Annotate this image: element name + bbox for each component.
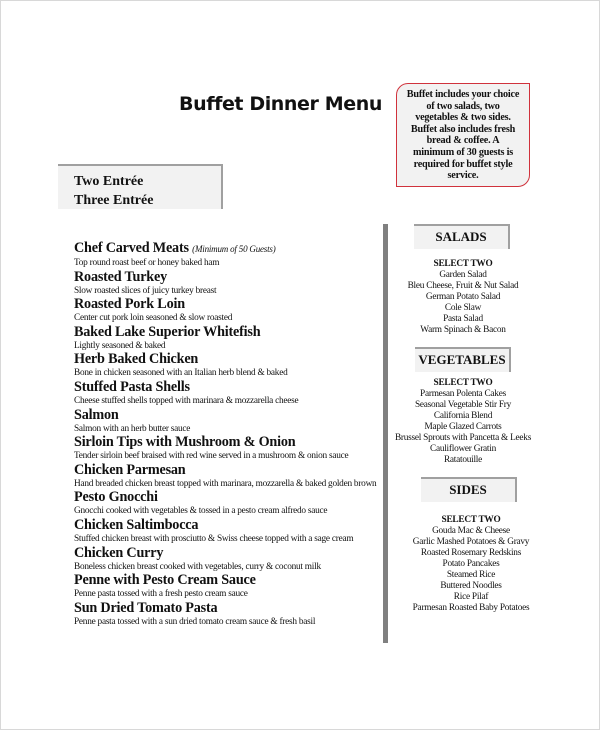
entree-description: Salmon with an herb butter sauce: [74, 423, 191, 434]
entree-name: Chef Carved Meats: [74, 240, 189, 256]
side-item: Parmesan Roasted Baby Potatoes: [412, 603, 530, 613]
entree-description: Lightly seasoned & baked: [74, 340, 166, 351]
salads-list: SELECT TWO Garden Salad Bleu Cheese, Fru…: [378, 259, 548, 336]
note-line: of two salads, two: [426, 100, 500, 112]
entree-item: Baked Lake Superior Whitefish Lightly se…: [74, 324, 379, 352]
sides-header: SIDES: [421, 477, 517, 502]
entree-name: Herb Baked Chicken: [74, 351, 199, 368]
note-line: bread & coffee. A: [426, 135, 500, 147]
page-title: Buffet Dinner Menu: [179, 93, 382, 115]
vegetables-list: SELECT TWO Parmesan Polenta Cakes Season…: [378, 378, 548, 466]
entree-description: Tender sirloin beef braised with red win…: [74, 451, 349, 462]
entree-description: Center cut pork loin seasoned & slow roa…: [74, 313, 233, 324]
salad-item: Bleu Cheese, Fruit & Nut Salad: [407, 281, 519, 291]
salad-item: Cole Slaw: [444, 303, 482, 313]
entree-item: Sirloin Tips with Mushroom & Onion Tende…: [74, 434, 379, 462]
salad-item: German Potato Salad: [425, 292, 501, 302]
entree-name: Roasted Turkey: [74, 268, 167, 285]
entree-item: Salmon Salmon with an herb butter sauce: [74, 407, 379, 435]
entree-description: Slow roasted slices of juicy turkey brea…: [74, 285, 217, 296]
entree-item: Chicken Parmesan Hand breaded chicken br…: [74, 462, 379, 490]
entree-description: Cheese stuffed shells topped with marina…: [74, 395, 299, 406]
entree-description: Hand breaded chicken breast topped with …: [74, 478, 377, 489]
vegetable-item: Seasonal Vegetable Stir Fry: [414, 400, 512, 410]
vegetable-item: Parmesan Polenta Cakes: [420, 389, 506, 399]
entree-name: Sun Dried Tomato Pasta: [74, 599, 218, 616]
entree-description: Penne pasta tossed with a fresh pesto cr…: [74, 589, 248, 600]
entree-name: Baked Lake Superior Whitefish: [74, 323, 261, 340]
entree-note: (Minimum of 50 Guests): [192, 244, 276, 254]
entree-option-three: Three Entrée: [74, 193, 154, 208]
salad-item: Garden Salad: [439, 270, 487, 280]
entree-name: Salmon: [74, 406, 119, 423]
entree-item: Herb Baked Chicken Bone in chicken seaso…: [74, 351, 379, 379]
vegetable-item: California Blend: [433, 411, 493, 421]
entree-item: Roasted Turkey Slow roasted slices of ju…: [74, 269, 379, 297]
entree-description: Bone in chicken seasoned with an Italian…: [74, 368, 288, 379]
side-item: Rice Pilaf: [453, 592, 489, 602]
note-line: service.: [447, 170, 479, 182]
entree-name: Sirloin Tips with Mushroom & Onion: [74, 434, 296, 451]
side-item: Steamed Rice: [446, 570, 496, 580]
side-item: Roasted Rosemary Redskins: [420, 548, 522, 558]
vegetable-item: Cauliflower Gratin: [430, 444, 496, 454]
entree-option-two: Two Entrée: [74, 174, 144, 189]
vegetables-select-label: SELECT TWO: [433, 378, 493, 388]
note-line: required for buffet style: [413, 158, 513, 170]
entree-description: Boneless chicken breast cooked with vege…: [74, 561, 321, 572]
entree-description: Penne pasta tossed with a sun dried toma…: [74, 616, 316, 627]
vegetables-header: VEGETABLES: [415, 347, 511, 372]
vegetable-item: Brussel Sprouts with Pancetta & Leeks: [394, 433, 532, 443]
entree-item: Stuffed Pasta Shells Cheese stuffed shel…: [74, 379, 379, 407]
side-item: Buttered Noodles: [440, 581, 502, 591]
entree-item: Sun Dried Tomato Pasta Penne pasta tosse…: [74, 600, 379, 628]
salad-item: Pasta Salad: [443, 314, 483, 324]
salads-select-label: SELECT TWO: [433, 259, 493, 269]
salads-header: SALADS: [414, 224, 510, 249]
vegetable-item: Maple Glazed Carrots: [424, 422, 502, 432]
menu-page: Buffet Dinner Menu Buffet includes your …: [0, 0, 600, 730]
salad-item: Warm Spinach & Bacon: [420, 325, 506, 335]
sides-list: SELECT TWO Gouda Mac & Cheese Garlic Mas…: [386, 515, 556, 614]
side-item: Gouda Mac & Cheese: [432, 526, 510, 536]
entree-name: Penne with Pesto Cream Sauce: [74, 572, 256, 589]
note-line: minimum of 30 guests is: [412, 146, 514, 158]
vegetable-item: Ratatouille: [443, 455, 483, 465]
entree-name: Chicken Saltimbocca: [74, 516, 199, 533]
entree-options-box: Two Entrée Three Entrée: [58, 164, 223, 209]
entree-description: Stuffed chicken breast with prosciutto &…: [74, 533, 354, 544]
buffet-info-note: Buffet includes your choice of two salad…: [396, 83, 530, 187]
entree-name: Chicken Parmesan: [74, 461, 186, 478]
entree-list: Chef Carved Meats (Minimum of 50 Guests)…: [74, 240, 379, 627]
entree-item: Penne with Pesto Cream Sauce Penne pasta…: [74, 572, 379, 600]
entree-name: Roasted Pork Loin: [74, 296, 185, 313]
entree-description: Gnocchi cooked with vegetables & tossed …: [74, 506, 328, 517]
entree-name: Pesto Gnocchi: [74, 489, 158, 506]
entree-item: Roasted Pork Loin Center cut pork loin s…: [74, 296, 379, 324]
entree-name: Stuffed Pasta Shells: [74, 378, 190, 395]
entree-item: Chef Carved Meats (Minimum of 50 Guests)…: [74, 240, 379, 269]
entree-item: Chicken Saltimbocca Stuffed chicken brea…: [74, 517, 379, 545]
entree-name: Chicken Curry: [74, 544, 164, 561]
note-line: Buffet includes your choice: [406, 89, 520, 100]
sides-select-label: SELECT TWO: [441, 515, 501, 525]
side-item: Potato Pancakes: [442, 559, 500, 569]
note-line: vegetables & two sides.: [415, 112, 511, 124]
entree-description: Top round roast beef or honey baked ham: [74, 258, 220, 268]
entree-item: Chicken Curry Boneless chicken breast co…: [74, 545, 379, 573]
entree-item: Pesto Gnocchi Gnocchi cooked with vegeta…: [74, 489, 379, 517]
side-item: Garlic Mashed Potatoes & Gravy: [412, 537, 530, 547]
note-line: Buffet also includes fresh: [410, 123, 516, 135]
